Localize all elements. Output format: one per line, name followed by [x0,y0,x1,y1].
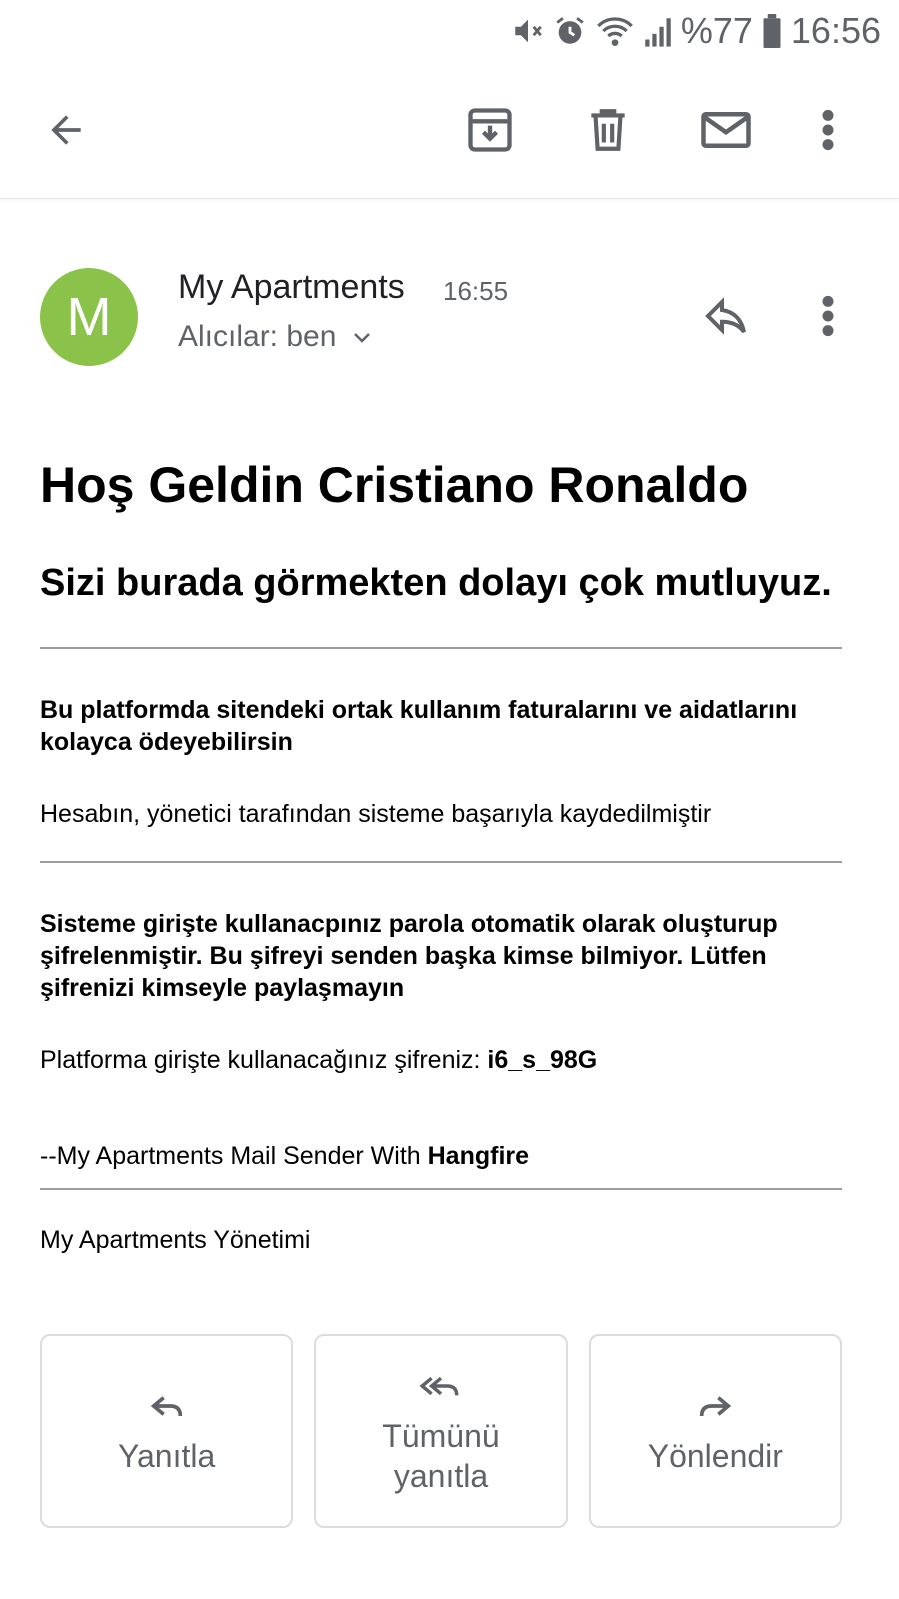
password-value: i6_s_98G [487,1046,598,1074]
wifi-icon [596,17,633,46]
mute-icon [515,19,542,43]
reply-all-icon [419,1376,459,1396]
email-title: Hoş Geldin Cristiano Ronaldo [40,457,749,513]
email-time: 16:55 [443,276,509,306]
footer-text: My Apartments Yönetimi [40,1226,311,1254]
archive-icon [468,108,512,152]
archive-button[interactable] [454,94,526,166]
avatar[interactable]: M [40,268,138,366]
divider [40,1188,842,1190]
status-icons: %77 16:56 [511,10,881,52]
password-notice-paragraph: Sisteme girişte kullanacpınız parola oto… [40,910,778,1002]
forward-label: Yönlendir [647,1438,783,1474]
forward-button[interactable]: Yönlendir [588,1334,842,1528]
divider [40,861,842,863]
reply-actions: Yanıtla Tümünü yanıtla Yönlendir [40,1334,842,1528]
signature-text: --My Apartments Mail Sender With [40,1142,428,1170]
recipients-label: Alıcılar: ben [178,320,337,353]
reply-label: Yanıtla [118,1438,216,1474]
email-header: M My Apartments 16:55 Alıcılar: ben [0,266,899,376]
arrow-back-icon [51,115,81,145]
more-vert-icon [822,109,834,151]
more-vert-icon [822,295,834,337]
mark-unread-button[interactable] [690,94,762,166]
reply-all-label: Tümünü yanıtla [382,1418,500,1494]
clock: 16:56 [790,10,881,51]
mail-icon [701,112,751,148]
battery-percent: %77 [680,10,753,51]
reply-all-button[interactable]: Tümünü yanıtla [314,1334,568,1528]
sender-name: My Apartments [178,268,405,306]
delete-icon [591,109,625,151]
forward-icon [700,1396,732,1417]
intro-paragraph: Bu platformda sitendeki ortak kullanım f… [40,696,798,756]
battery-icon [763,14,781,48]
signature-bold: Hangfire [427,1142,530,1170]
registration-paragraph: Hesabın, yönetici tarafından sisteme baş… [40,800,712,828]
header-reply-button[interactable] [696,286,756,346]
signal-icon [645,18,671,47]
recipients-toggle[interactable]: Alıcılar: ben [178,320,374,354]
divider [40,647,842,649]
alarm-icon [556,17,584,44]
top-toolbar [0,64,899,199]
more-options-button[interactable] [792,94,864,166]
signature-line: --My Apartments Mail Sender With Hangfir… [40,1140,840,1172]
password-label: Platforma girişte kullanacağınız şifreni… [40,1046,488,1074]
back-button[interactable] [30,94,102,166]
status-bar: %77 16:56 [0,0,899,64]
reply-button[interactable]: Yanıtla [40,1334,294,1528]
reply-icon [150,1396,182,1417]
password-line: Platforma girişte kullanacağınız şifreni… [40,1044,840,1076]
header-more-button[interactable] [808,286,848,346]
email-subtitle: Sizi burada görmekten dolayı çok mutluyu… [40,562,832,604]
chevron-down-icon [354,333,371,343]
reply-icon [705,297,746,335]
delete-button[interactable] [572,94,644,166]
